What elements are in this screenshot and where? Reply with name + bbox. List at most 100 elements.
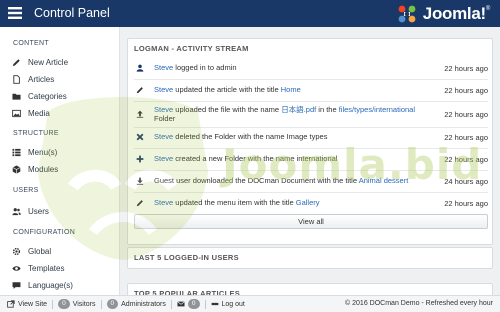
messages-status[interactable]: 0 xyxy=(177,299,200,309)
nav-label: Users xyxy=(28,206,49,216)
plus-icon xyxy=(134,153,146,165)
actor-link[interactable]: Steve xyxy=(154,154,173,163)
activity-time: 22 hours ago xyxy=(444,63,488,73)
copyright-text: © 2016 DOCman Demo - Refreshed every hou… xyxy=(345,300,493,307)
actor-link[interactable]: Steve xyxy=(154,105,173,114)
nav-label: Templates xyxy=(28,263,65,273)
nav-heading-configuration: CONFIGURATION xyxy=(13,229,76,236)
actor-link[interactable]: Steve xyxy=(154,132,173,141)
actor-link[interactable]: Steve xyxy=(154,85,173,94)
nav-item-templates[interactable]: Templates xyxy=(12,261,64,275)
divider xyxy=(134,101,488,102)
activity-time: 22 hours ago xyxy=(444,154,488,164)
image-icon xyxy=(12,109,21,117)
nav-item-new-article[interactable]: New Article xyxy=(12,55,68,69)
divider xyxy=(100,299,102,309)
pencil-icon xyxy=(134,84,146,96)
nav-heading-structure: STRUCTURE xyxy=(13,130,59,137)
divider xyxy=(52,299,54,309)
activity-row: Guest user downloaded the DOCman Documen… xyxy=(134,174,488,188)
activity-time: 22 hours ago xyxy=(444,132,488,142)
visitors-status: 0 Visitors xyxy=(58,299,96,309)
folder-link[interactable]: files/types/international xyxy=(339,105,415,114)
activity-text: in the xyxy=(316,104,339,114)
nav-label: New Article xyxy=(28,57,69,67)
admins-count-badge: 0 xyxy=(106,299,119,309)
joomla-logo-icon xyxy=(398,5,416,23)
joomla-logo[interactable]: Joomla!® xyxy=(395,2,490,26)
nav-item-menus[interactable]: Menu(s) xyxy=(12,145,57,159)
nav-item-global[interactable]: Global xyxy=(12,244,51,258)
activity-stream-panel: LOGMAN - ACTIVITY STREAM Steve logged in… xyxy=(127,38,493,245)
top-header: Control Panel Joomla!® xyxy=(0,0,500,27)
upload-icon xyxy=(134,108,146,120)
activity-message: Steve logged in to admin xyxy=(154,63,424,73)
nav-item-media[interactable]: Media xyxy=(12,106,50,120)
actor-link[interactable]: Steve xyxy=(154,198,173,207)
nav-label: Media xyxy=(28,108,50,118)
gear-icon xyxy=(12,247,21,255)
download-icon xyxy=(134,175,146,187)
nav-heading-content: CONTENT xyxy=(13,40,49,47)
nav-label: Articles xyxy=(28,74,55,84)
target-link[interactable]: Home xyxy=(281,85,301,94)
file-link[interactable]: 日本語.pdf xyxy=(281,105,316,114)
panel-title: LAST 5 LOGGED-IN USERS xyxy=(134,253,239,262)
divider xyxy=(134,192,488,193)
activity-text: Folder xyxy=(154,114,176,123)
nav-label: Language(s) xyxy=(28,280,73,290)
eye-icon xyxy=(12,265,21,271)
user-icon xyxy=(134,62,146,74)
nav-item-categories[interactable]: Categories xyxy=(12,89,67,103)
activity-text: Guest user downloaded the DOCman Documen… xyxy=(154,176,359,186)
nav-label: Categories xyxy=(28,91,67,101)
activity-row: Steve deleted the Folder with the name I… xyxy=(134,130,488,144)
activity-row: Steve updated the menu item with the tit… xyxy=(134,196,488,210)
admins-label: Administrators xyxy=(121,300,166,308)
divider xyxy=(204,299,206,309)
activity-text: updated the article with the title xyxy=(173,85,281,95)
nav-item-languages[interactable]: Language(s) xyxy=(12,278,73,292)
delete-icon xyxy=(134,131,146,143)
nav-item-users[interactable]: Users xyxy=(12,204,49,218)
activity-message: Steve updated the article with the title… xyxy=(154,85,424,95)
activity-message: Steve created a new Folder with the name… xyxy=(154,154,424,164)
document-icon xyxy=(13,74,20,84)
nav-item-articles[interactable]: Articles xyxy=(12,72,54,86)
pencil-icon xyxy=(12,58,20,66)
activity-row: Steve uploaded the file with the name 日本… xyxy=(134,104,488,124)
nav-label: Global xyxy=(28,246,52,256)
view-all-button[interactable]: View all xyxy=(134,214,488,229)
envelope-icon xyxy=(177,301,185,307)
sidebar: CONTENT New Article Articles Categories … xyxy=(0,27,120,295)
logout-link[interactable]: Log out xyxy=(211,300,245,308)
pencil-icon xyxy=(134,197,146,209)
nav-label: Modules xyxy=(28,164,59,174)
activity-message: Steve updated the menu item with the tit… xyxy=(154,198,424,208)
menu-item-link[interactable]: Gallery xyxy=(296,198,320,207)
page-title: Control Panel xyxy=(34,6,110,20)
nav-item-modules[interactable]: Modules xyxy=(12,162,58,176)
admins-status: 0 Administrators xyxy=(106,299,166,309)
view-site-link[interactable]: View Site xyxy=(7,300,47,308)
activity-text: deleted the Folder with the name Image t… xyxy=(173,132,328,142)
activity-message: Steve uploaded the file with the name 日本… xyxy=(154,105,424,124)
joomla-menu-icon[interactable] xyxy=(8,7,22,19)
external-link-icon xyxy=(7,300,15,308)
activity-row: Steve updated the article with the title… xyxy=(134,83,488,97)
activity-row: Steve logged in to admin 22 hours ago xyxy=(134,61,488,75)
divider xyxy=(170,299,172,309)
minus-circle-icon xyxy=(211,302,218,306)
panel-title: LOGMAN - ACTIVITY STREAM xyxy=(134,44,249,53)
nav-heading-users: USERS xyxy=(13,187,39,194)
document-link[interactable]: Animal dessert xyxy=(359,176,409,185)
nav-label: Menu(s) xyxy=(28,147,58,157)
activity-text: updated the menu item with the title xyxy=(173,198,296,208)
divider xyxy=(134,170,488,171)
divider xyxy=(134,127,488,128)
activity-time: 22 hours ago xyxy=(444,198,488,208)
activity-row: Steve created a new Folder with the name… xyxy=(134,152,488,166)
list-icon xyxy=(12,148,21,156)
comment-icon xyxy=(12,281,21,289)
actor-link[interactable]: Steve xyxy=(154,63,173,72)
